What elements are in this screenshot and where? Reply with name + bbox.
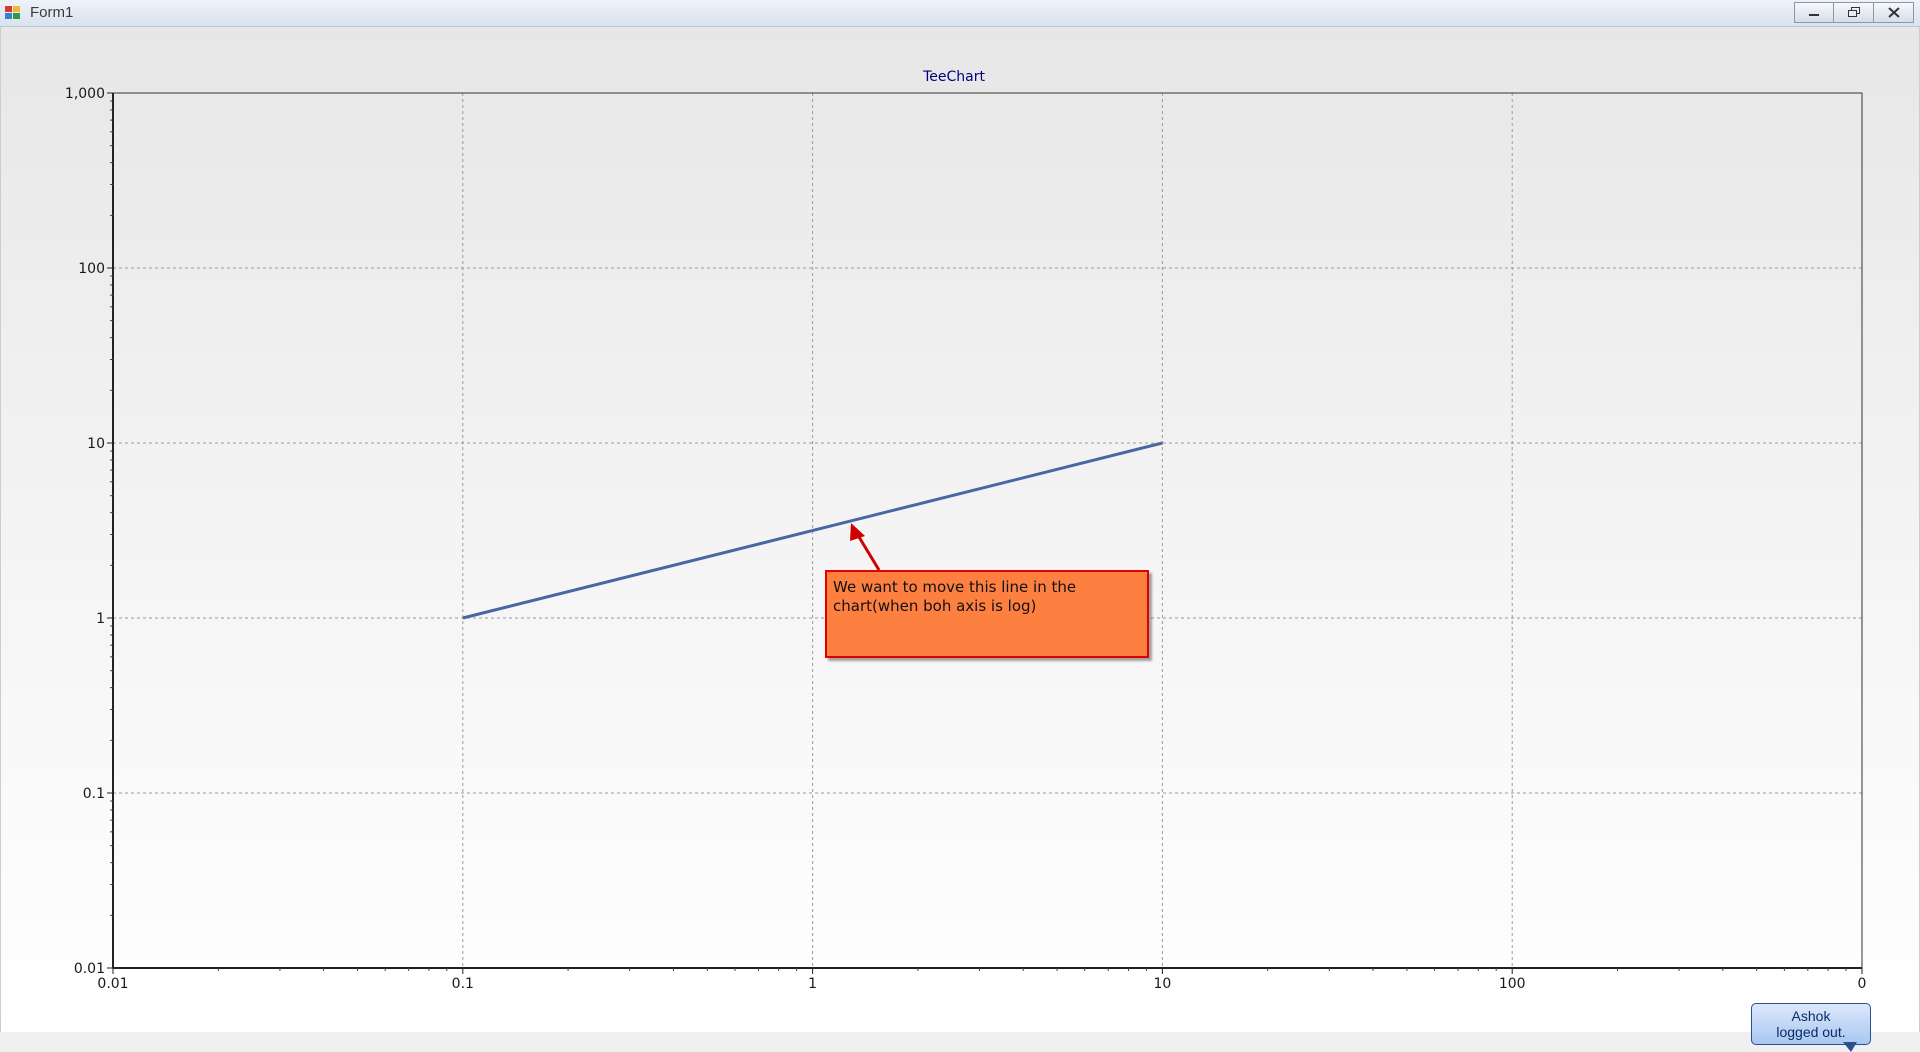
y-tick-label: 1 — [96, 611, 105, 627]
restore-button[interactable] — [1834, 2, 1874, 23]
x-axis-ticks: 0.01 0.1 1 10 100 0 — [97, 968, 1866, 992]
close-button[interactable] — [1874, 2, 1914, 23]
tooltip-user: Ashok — [1791, 1008, 1831, 1024]
minimize-icon — [1809, 13, 1819, 16]
x-tick-label: 0 — [1858, 976, 1867, 992]
y-tick-label: 10 — [87, 436, 105, 452]
y-axis-ticks: 1,000 100 10 1 0.1 0.01 — [65, 86, 113, 977]
notification-tooltip[interactable]: Ashok logged out. — [1751, 1003, 1871, 1045]
app-icon — [5, 6, 20, 19]
teechart[interactable]: TeeChart 0.01 0.1 1 10 100 0 1,0001001010.10.… — [1, 27, 1919, 1032]
x-tick-label: 1 — [808, 976, 817, 992]
restore-icon — [1847, 7, 1860, 17]
tooltip-tail — [1843, 1042, 1857, 1052]
close-icon — [1887, 7, 1900, 18]
x-tick-label: 0.01 — [97, 976, 128, 992]
chart-grid — [113, 93, 1862, 968]
y-tick-label: 0.01 — [74, 961, 105, 977]
annotation-callout[interactable]: We want to move this line in the chart(w… — [825, 570, 1149, 658]
window-titlebar[interactable]: Form1 — [0, 0, 1920, 27]
form-client-area: TeeChart 0.01 0.1 1 10 100 0 1,000 100 10 1 0.1 0.… — [0, 27, 1920, 1052]
minimize-button[interactable] — [1794, 2, 1834, 23]
tooltip-status: logged out. — [1776, 1024, 1846, 1040]
x-tick-label: 0.1 — [452, 976, 474, 992]
y-tick-label: 0.1 — [83, 786, 105, 802]
x-tick-label: 100 — [1499, 976, 1526, 992]
y-tick-label: 100 — [78, 261, 105, 277]
y-tick-label: 1,000 — [65, 86, 105, 102]
plot-area-frame — [112, 92, 1863, 969]
window-title: Form1 — [30, 4, 74, 21]
x-tick-label: 10 — [1153, 976, 1171, 992]
window-controls — [1794, 2, 1914, 23]
callout-arrow — [850, 523, 881, 571]
chart-title: TeeChart — [922, 69, 985, 85]
